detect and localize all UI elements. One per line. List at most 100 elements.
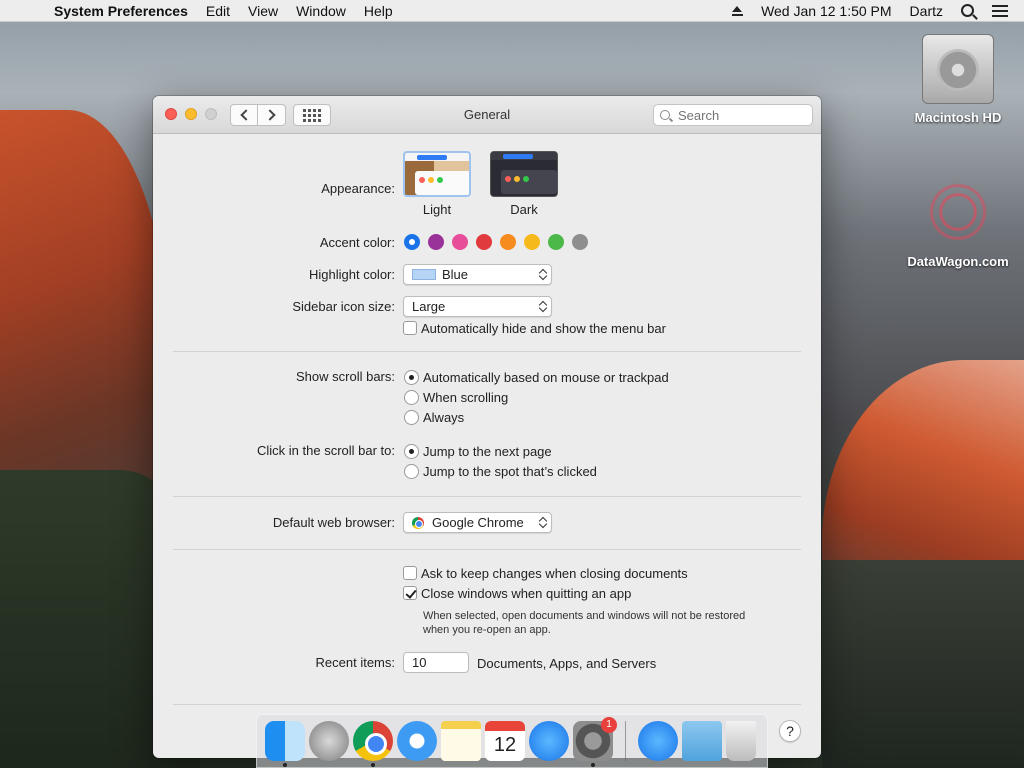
close-windows-note-line-1: When selected, open documents and window… [423, 610, 746, 622]
ask-keep-changes-label[interactable]: Ask to keep changes when closing documen… [421, 566, 688, 581]
menu-window[interactable]: Window [296, 3, 346, 19]
chrome-icon[interactable] [353, 721, 393, 767]
menu-app-name[interactable]: System Preferences [54, 3, 188, 19]
running-indicator [591, 763, 595, 767]
close-windows-label[interactable]: Close windows when quitting an app [421, 586, 631, 601]
divider [173, 496, 801, 497]
default-browser-value: Google Chrome [432, 515, 524, 530]
accent-swatch-orange[interactable] [500, 234, 516, 250]
scroll-bars-always-radio[interactable] [404, 410, 419, 425]
appearance-label: Appearance: [321, 181, 395, 196]
running-indicator [283, 763, 287, 767]
wallpaper-cliff-left [0, 110, 170, 530]
finder-icon[interactable] [265, 721, 305, 767]
running-indicator [371, 763, 375, 767]
accent-swatch-graphite[interactable] [572, 234, 588, 250]
desktop-icon-label: Macintosh HD [914, 110, 1002, 125]
calendar-day: 12 [493, 733, 517, 756]
downloads-folder-icon[interactable] [682, 721, 722, 761]
appearance-dark-label[interactable]: Dark [490, 202, 558, 217]
accent-swatch-purple[interactable] [428, 234, 444, 250]
recent-items-value: 10 [412, 655, 427, 670]
accent-swatch-yellow[interactable] [524, 234, 540, 250]
default-browser-label: Default web browser: [272, 515, 395, 530]
updown-chevron-icon [539, 516, 547, 529]
updown-chevron-icon [539, 300, 547, 313]
desktop-icon-macintosh-hd[interactable]: Macintosh HD [903, 34, 1013, 125]
hard-drive-icon [922, 34, 994, 104]
chrome-icon [412, 516, 424, 529]
spotlight-search-icon[interactable] [961, 4, 974, 17]
accent-swatch-pink[interactable] [452, 234, 468, 250]
scroll-bar-click-label: Click in the scroll bar to: [257, 443, 395, 458]
sidebar-icon-size-label: Sidebar icon size: [292, 299, 395, 314]
safari-icon[interactable] [397, 721, 437, 761]
app-store-icon[interactable] [638, 721, 678, 761]
search-icon [660, 110, 670, 120]
calendar-icon[interactable]: 12 [485, 721, 525, 761]
appearance-dark-thumbnail[interactable] [490, 151, 558, 197]
scroll-click-spot-label[interactable]: Jump to the spot that’s clicked [423, 464, 597, 479]
accent-color-label: Accent color: [319, 235, 395, 250]
appearance-light-thumbnail[interactable] [403, 151, 471, 197]
scroll-click-spot-radio[interactable] [404, 464, 419, 479]
system-preferences-window: General Appearance: Light Dark Accent co… [153, 96, 821, 758]
dock: 12 1 [256, 714, 768, 768]
show-scroll-bars-label: Show scroll bars: [296, 369, 395, 384]
recent-items-suffix: Documents, Apps, and Servers [477, 656, 657, 671]
desktop-icon-label: DataWagon.com [907, 254, 1009, 269]
accent-swatch-red[interactable] [476, 234, 492, 250]
highlight-swatch [412, 269, 436, 280]
menu-view[interactable]: View [248, 3, 278, 19]
menu-help[interactable]: Help [364, 3, 393, 19]
window-titlebar[interactable]: General [153, 96, 821, 134]
close-windows-checkbox[interactable] [403, 586, 417, 600]
auto-hide-menu-bar-label[interactable]: Automatically hide and show the menu bar [421, 321, 666, 336]
trash-icon[interactable] [726, 721, 756, 761]
ask-keep-changes-checkbox[interactable] [403, 566, 417, 580]
eject-icon[interactable] [732, 5, 744, 16]
recent-items-label: Recent items: [315, 655, 395, 670]
default-browser-popup[interactable]: Google Chrome [403, 512, 552, 533]
menu-clock[interactable]: Wed Jan 12 1:50 PM [761, 3, 891, 19]
sidebar-icon-size-value: Large [412, 299, 446, 314]
close-windows-note-line-2: when you re-open an app. [423, 624, 551, 636]
menu-user[interactable]: Dartz [910, 3, 943, 19]
scroll-bars-always-label[interactable]: Always [423, 410, 464, 425]
wallpaper-forest-right [822, 560, 1024, 768]
notification-center-icon[interactable] [992, 4, 1008, 17]
help-button[interactable]: ? [779, 720, 801, 742]
dock-separator [625, 721, 626, 761]
highlight-color-value: Blue [442, 267, 469, 282]
app-store-icon[interactable] [529, 721, 569, 761]
highlight-color-label: Highlight color: [309, 267, 395, 282]
auto-hide-menu-bar-checkbox[interactable] [403, 321, 417, 335]
divider [173, 549, 801, 550]
sidebar-icon-size-popup[interactable]: Large [403, 296, 552, 317]
scroll-click-next-page-radio[interactable] [404, 444, 419, 459]
scroll-bars-automatic-radio[interactable] [404, 370, 419, 385]
menu-bar: System Preferences Edit View Window Help… [0, 0, 1024, 22]
appearance-light-label[interactable]: Light [403, 202, 471, 217]
datawagon-logo-icon [922, 176, 994, 248]
notification-badge: 1 [601, 717, 617, 733]
system-preferences-icon[interactable]: 1 [573, 717, 617, 767]
menu-edit[interactable]: Edit [206, 3, 230, 19]
notes-icon[interactable] [441, 721, 481, 761]
scroll-click-next-page-label[interactable]: Jump to the next page [423, 444, 552, 459]
divider [173, 351, 801, 352]
launchpad-icon[interactable] [309, 721, 349, 761]
accent-swatch-green[interactable] [548, 234, 564, 250]
search-field[interactable] [653, 104, 813, 126]
divider [173, 704, 801, 705]
scroll-bars-when-scrolling-radio[interactable] [404, 390, 419, 405]
accent-swatch-blue[interactable] [404, 234, 420, 250]
general-pane: Appearance: Light Dark Accent color: Hig… [153, 135, 821, 758]
search-input[interactable] [678, 107, 798, 123]
scroll-bars-when-scrolling-label[interactable]: When scrolling [423, 390, 508, 405]
recent-items-popup[interactable]: 10 [403, 652, 469, 673]
updown-chevron-icon [539, 268, 547, 281]
scroll-bars-automatic-label[interactable]: Automatically based on mouse or trackpad [423, 370, 669, 385]
desktop-icon-datawagon[interactable]: DataWagon.com [903, 176, 1013, 269]
highlight-color-popup[interactable]: Blue [403, 264, 552, 285]
